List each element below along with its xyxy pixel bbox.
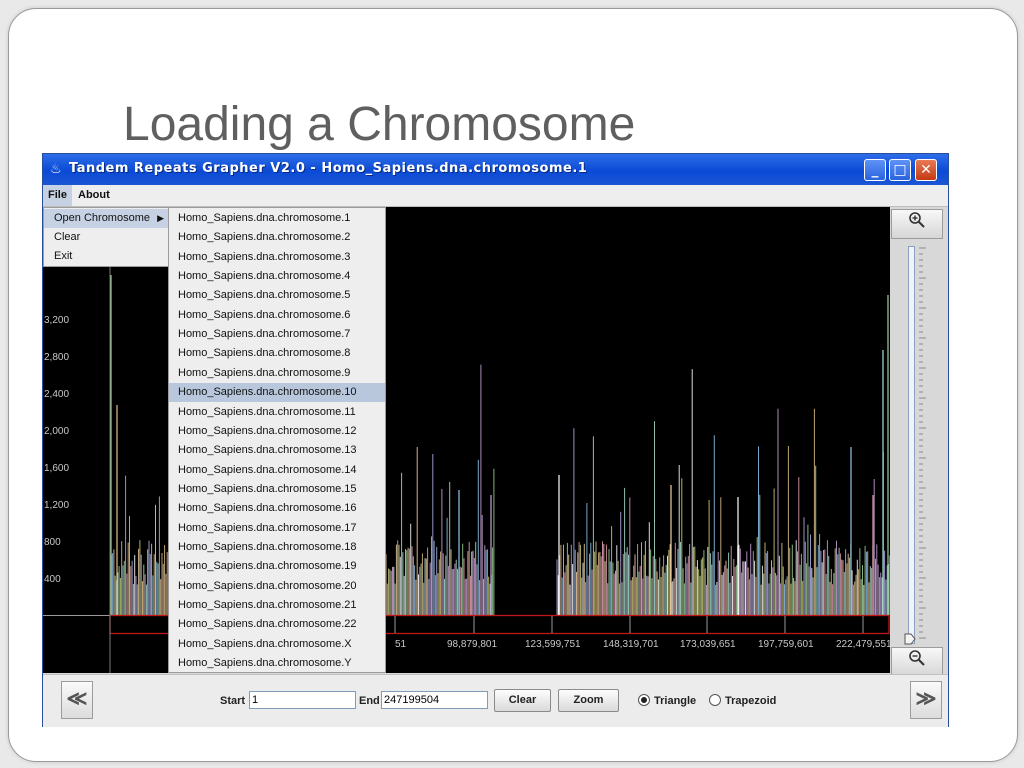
submenu-item-chromosome[interactable]: Homo_Sapiens.dna.chromosome.19 [169, 557, 385, 576]
window-title: Tandem Repeats Grapher V2.0 - Homo_Sapie… [69, 161, 588, 176]
zoom-slider-ticks [919, 247, 926, 639]
submenu-item-chromosome[interactable]: Homo_Sapiens.dna.chromosome.9 [169, 364, 385, 383]
file-menu: Open Chromosome ▶ Clear Exit [43, 207, 169, 267]
next-button[interactable]: ≫ [910, 681, 942, 719]
start-input[interactable] [249, 691, 356, 709]
x-tick-label: 51 [395, 639, 407, 650]
triangle-radio[interactable] [638, 694, 650, 706]
submenu-item-chromosome[interactable]: Homo_Sapiens.dna.chromosome.17 [169, 519, 385, 538]
submenu-arrow-icon: ▶ [157, 213, 164, 223]
submenu-item-chromosome[interactable]: Homo_Sapiens.dna.chromosome.16 [169, 499, 385, 518]
close-button[interactable]: ✕ [915, 159, 937, 181]
zoom-in-button[interactable] [891, 209, 943, 239]
y-tick-label: 3,200 [44, 315, 69, 326]
menu-file[interactable]: File [43, 185, 72, 206]
menu-item-open-chromosome[interactable]: Open Chromosome ▶ [44, 209, 168, 228]
double-chevron-left-icon: ≪ [66, 688, 88, 710]
submenu-item-chromosome[interactable]: Homo_Sapiens.dna.chromosome.11 [169, 403, 385, 422]
menu-item-label: Open Chromosome [54, 212, 150, 224]
submenu-item-chromosome[interactable]: Homo_Sapiens.dna.chromosome.X [169, 635, 385, 654]
submenu-item-chromosome[interactable]: Homo_Sapiens.dna.chromosome.20 [169, 577, 385, 596]
end-label: End [359, 695, 380, 707]
y-tick-label: 2,800 [44, 352, 69, 363]
x-tick-label: 222,479,551 [836, 639, 890, 650]
submenu-item-chromosome[interactable]: Homo_Sapiens.dna.chromosome.21 [169, 596, 385, 615]
menu-item-exit[interactable]: Exit [44, 247, 168, 266]
minimize-button[interactable]: _ [864, 159, 886, 181]
double-chevron-right-icon: ≫ [915, 688, 937, 710]
submenu-item-chromosome[interactable]: Homo_Sapiens.dna.chromosome.13 [169, 441, 385, 460]
zoom-slider-track[interactable] [908, 246, 915, 644]
submenu-item-chromosome[interactable]: Homo_Sapiens.dna.chromosome.14 [169, 461, 385, 480]
y-tick-label: 400 [44, 574, 61, 585]
menu-about[interactable]: About [73, 185, 115, 206]
submenu-item-chromosome[interactable]: Homo_Sapiens.dna.chromosome.6 [169, 306, 385, 325]
zoom-in-icon [908, 212, 926, 234]
submenu-item-chromosome[interactable]: Homo_Sapiens.dna.chromosome.18 [169, 538, 385, 557]
submenu-item-chromosome[interactable]: Homo_Sapiens.dna.chromosome.4 [169, 267, 385, 286]
prev-button[interactable]: ≪ [61, 681, 93, 719]
end-input[interactable] [381, 691, 488, 709]
submenu-item-chromosome[interactable]: Homo_Sapiens.dna.chromosome.8 [169, 344, 385, 363]
app-window: ♨ Tandem Repeats Grapher V2.0 - Homo_Sap… [42, 153, 949, 727]
submenu-item-chromosome[interactable]: Homo_Sapiens.dna.chromosome.3 [169, 248, 385, 267]
x-tick-label: 173,039,651 [680, 639, 736, 650]
trapezoid-label: Trapezoid [725, 695, 777, 707]
menu-item-clear[interactable]: Clear [44, 228, 168, 247]
submenu-item-chromosome[interactable]: Homo_Sapiens.dna.chromosome.12 [169, 422, 385, 441]
y-tick-label: 1,600 [44, 463, 69, 474]
control-bar: ≪ Start End Clear Zoom Triangle Trapezoi… [43, 674, 948, 727]
submenu-item-chromosome[interactable]: Homo_Sapiens.dna.chromosome.Y [169, 654, 385, 673]
title-bar[interactable]: ♨ Tandem Repeats Grapher V2.0 - Homo_Sap… [43, 154, 948, 185]
triangle-label: Triangle [654, 695, 697, 707]
submenu-item-chromosome[interactable]: Homo_Sapiens.dna.chromosome.1 [169, 209, 385, 228]
submenu-item-chromosome[interactable]: Homo_Sapiens.dna.chromosome.22 [169, 615, 385, 634]
y-tick-label: 800 [44, 537, 61, 548]
submenu-item-chromosome[interactable]: Homo_Sapiens.dna.chromosome.7 [169, 325, 385, 344]
submenu-item-chromosome[interactable]: Homo_Sapiens.dna.chromosome.5 [169, 286, 385, 305]
submenu-item-chromosome[interactable]: Homo_Sapiens.dna.chromosome.2 [169, 228, 385, 247]
y-tick-label: 1,200 [44, 500, 69, 511]
x-tick-label: 148,319,701 [603, 639, 659, 650]
submenu-item-chromosome[interactable]: Homo_Sapiens.dna.chromosome.15 [169, 480, 385, 499]
zoom-slider-thumb[interactable] [904, 633, 916, 645]
x-tick-label: 98,879,801 [447, 639, 497, 650]
x-tick-label: 197,759,601 [758, 639, 814, 650]
zoom-button[interactable]: Zoom [558, 689, 619, 712]
x-tick-label: 123,599,751 [525, 639, 581, 650]
y-tick-label: 2,000 [44, 426, 69, 437]
maximize-button[interactable]: □ [889, 159, 911, 181]
menu-bar: File About [43, 185, 948, 207]
chromosome-submenu: Homo_Sapiens.dna.chromosome.1 Homo_Sapien… [168, 207, 386, 673]
y-tick-label: 2,400 [44, 389, 69, 400]
clear-button[interactable]: Clear [494, 689, 551, 712]
zoom-out-button[interactable] [891, 647, 943, 677]
start-label: Start [220, 695, 246, 707]
trapezoid-radio[interactable] [709, 694, 721, 706]
submenu-item-chromosome[interactable]: Homo_Sapiens.dna.chromosome.10 [169, 383, 385, 403]
slide-title: Loading a Chromosome [123, 98, 636, 151]
java-cup-icon: ♨ [50, 162, 62, 177]
zoom-out-icon [908, 650, 926, 672]
